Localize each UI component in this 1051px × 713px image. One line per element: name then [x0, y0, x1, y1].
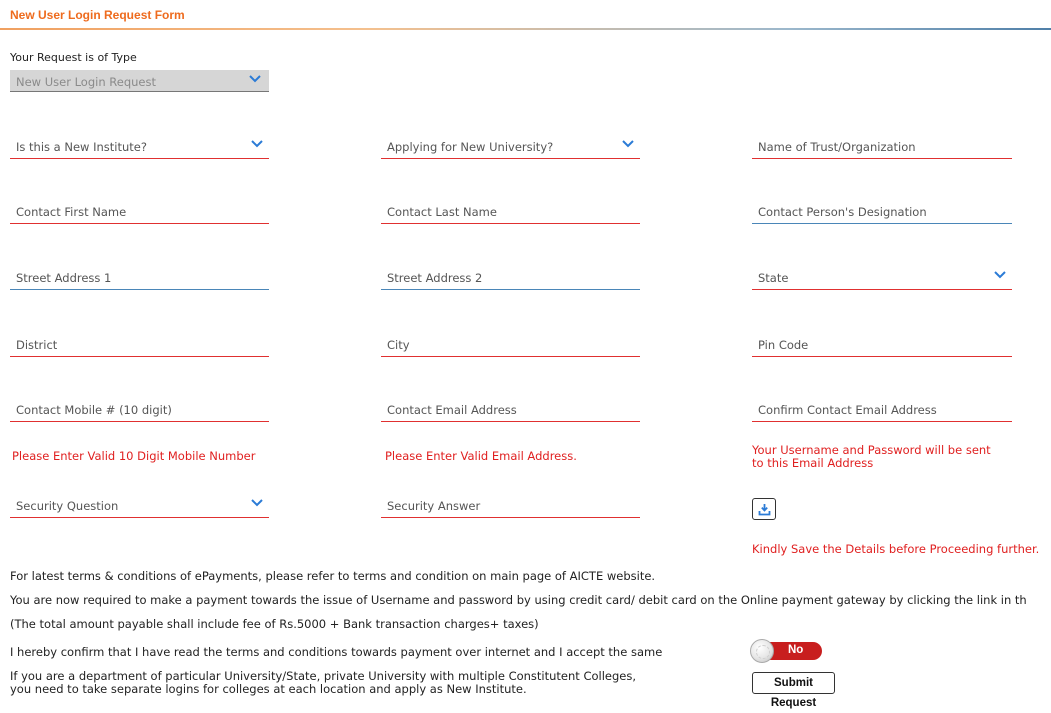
confirm-email-note-line-1: Your Username and Password will be sent — [752, 443, 991, 457]
chevron-down-icon — [994, 271, 1006, 279]
confirm-text: I hereby confirm that I have read the te… — [10, 645, 663, 659]
save-icon — [758, 504, 771, 516]
trust-name-placeholder: Name of Trust/Organization — [758, 140, 916, 154]
designation-placeholder: Contact Person's Designation — [758, 205, 927, 219]
department-note-line-2: you need to take separate logins for col… — [10, 682, 527, 696]
mobile-placeholder: Contact Mobile # (10 digit) — [16, 403, 172, 417]
chevron-down-icon — [251, 499, 263, 507]
first-name-placeholder: Contact First Name — [16, 205, 127, 219]
page-title: New User Login Request Form — [10, 8, 185, 22]
district-input[interactable]: District — [10, 335, 269, 357]
save-button[interactable] — [752, 498, 776, 520]
city-input[interactable]: City — [381, 335, 640, 357]
department-note-line-1: If you are a department of particular Un… — [10, 669, 637, 683]
new-university-select[interactable]: Applying for New University? — [381, 137, 640, 159]
designation-input[interactable]: Contact Person's Designation — [752, 202, 1012, 224]
street-address-1-input[interactable]: Street Address 1 — [10, 268, 269, 290]
new-university-placeholder: Applying for New University? — [387, 140, 554, 154]
state-placeholder: State — [758, 271, 789, 285]
fee-text: (The total amount payable shall include … — [10, 617, 539, 631]
chevron-down-icon — [622, 140, 634, 148]
toggle-knob[interactable] — [750, 639, 774, 663]
save-note: Kindly Save the Details before Proceedin… — [752, 542, 1040, 556]
security-answer-input[interactable]: Security Answer — [381, 496, 640, 518]
accept-terms-toggle[interactable]: No — [750, 639, 822, 663]
pin-code-input[interactable]: Pin Code — [752, 335, 1012, 357]
terms-text: For latest terms & conditions of ePaymen… — [10, 569, 656, 583]
confirm-email-placeholder: Confirm Contact Email Address — [758, 403, 937, 417]
street-address-2-input[interactable]: Street Address 2 — [381, 268, 640, 290]
city-placeholder: City — [387, 338, 410, 352]
pin-code-placeholder: Pin Code — [758, 338, 809, 352]
security-answer-placeholder: Security Answer — [387, 499, 481, 513]
confirm-email-note-line-2: to this Email Address — [752, 456, 874, 470]
street-address-2-placeholder: Street Address 2 — [387, 271, 483, 285]
request-type-value: New User Login Request — [16, 75, 156, 89]
chevron-down-icon — [251, 140, 263, 148]
request-type-label: Your Request is of Type — [10, 51, 137, 64]
request-type-select: New User Login Request — [10, 70, 269, 92]
title-divider — [0, 28, 1051, 30]
email-input[interactable]: Contact Email Address — [381, 400, 640, 422]
security-question-select[interactable]: Security Question — [10, 496, 269, 518]
toggle-label: No — [788, 644, 804, 656]
last-name-input[interactable]: Contact Last Name — [381, 202, 640, 224]
state-select[interactable]: State — [752, 268, 1012, 290]
district-placeholder: District — [16, 338, 58, 352]
chevron-down-icon — [249, 75, 261, 83]
first-name-input[interactable]: Contact First Name — [10, 202, 269, 224]
security-question-placeholder: Security Question — [16, 499, 119, 513]
trust-name-input[interactable]: Name of Trust/Organization — [752, 137, 1012, 159]
street-address-1-placeholder: Street Address 1 — [16, 271, 112, 285]
mobile-input[interactable]: Contact Mobile # (10 digit) — [10, 400, 269, 422]
mobile-error: Please Enter Valid 10 Digit Mobile Numbe… — [12, 449, 256, 463]
confirm-email-input[interactable]: Confirm Contact Email Address — [752, 400, 1012, 422]
last-name-placeholder: Contact Last Name — [387, 205, 497, 219]
email-error: Please Enter Valid Email Address. — [385, 449, 577, 463]
submit-request-button[interactable]: Submit Request — [752, 672, 835, 709]
new-institute-placeholder: Is this a New Institute? — [16, 140, 147, 154]
payment-text: You are now required to make a payment t… — [10, 593, 1027, 607]
email-placeholder: Contact Email Address — [387, 403, 517, 417]
new-institute-select[interactable]: Is this a New Institute? — [10, 137, 269, 159]
